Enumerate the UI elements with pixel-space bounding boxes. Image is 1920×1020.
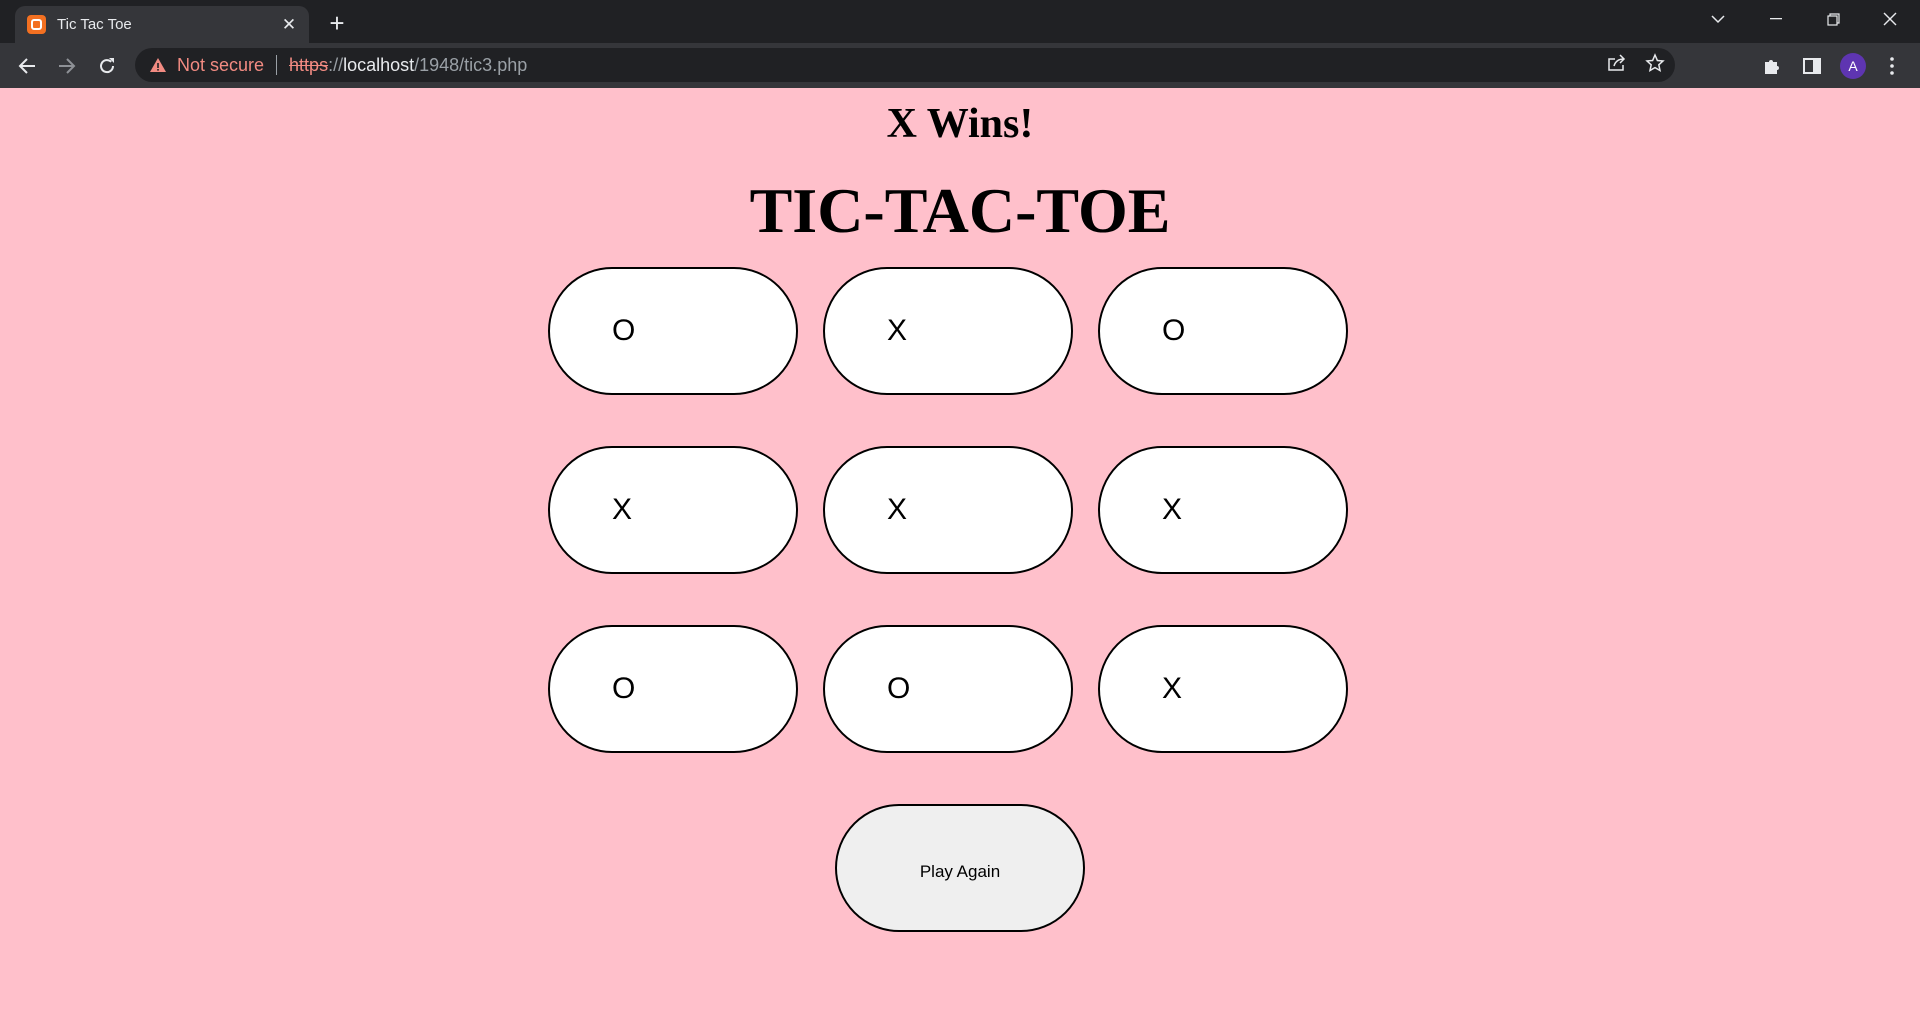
- omnibox-actions: [1607, 48, 1665, 82]
- side-panel-icon[interactable]: [1796, 50, 1828, 82]
- board-cell[interactable]: O: [823, 625, 1073, 753]
- browser-tab-strip: Tic Tac Toe ✕ +: [0, 0, 1920, 43]
- address-bar[interactable]: Not secure https://localhost/1948/tic3.p…: [135, 48, 1675, 82]
- new-tab-icon[interactable]: +: [322, 8, 352, 38]
- browser-tab[interactable]: Tic Tac Toe ✕: [15, 6, 309, 43]
- board-cell[interactable]: O: [548, 625, 798, 753]
- board-cell[interactable]: X: [1098, 446, 1348, 574]
- url-path: /1948/tic3.php: [414, 54, 528, 75]
- page-title: TIC-TAC-TOE: [749, 175, 1171, 246]
- play-again-button[interactable]: Play Again: [835, 804, 1085, 932]
- result-message: X Wins!: [886, 101, 1034, 147]
- url-separator: ://: [328, 54, 344, 75]
- game-page: X Wins! TIC-TAC-TOE O X O X X X O O X Pl…: [0, 88, 1920, 1020]
- share-icon[interactable]: [1607, 53, 1627, 77]
- close-window-icon[interactable]: [1862, 0, 1918, 38]
- url-host: localhost: [343, 54, 415, 75]
- tab-search-icon[interactable]: [1690, 0, 1746, 38]
- tab-title: Tic Tac Toe: [57, 16, 132, 33]
- board-cell[interactable]: X: [823, 267, 1073, 395]
- bookmark-star-icon[interactable]: [1645, 52, 1665, 78]
- back-arrow-icon[interactable]: [11, 50, 43, 82]
- board-cell[interactable]: X: [548, 446, 798, 574]
- profile-avatar[interactable]: A: [1837, 50, 1869, 82]
- warning-icon: [149, 56, 167, 74]
- board-cell[interactable]: O: [548, 267, 798, 395]
- omnibox-divider: [276, 55, 278, 75]
- profile-initial: A: [1840, 53, 1866, 79]
- restore-icon[interactable]: [1805, 0, 1861, 38]
- board-cell[interactable]: X: [1098, 625, 1348, 753]
- board-cell[interactable]: O: [1098, 267, 1348, 395]
- forward-arrow-icon[interactable]: [51, 50, 83, 82]
- xampp-favicon-icon: [27, 15, 46, 34]
- board-cell[interactable]: X: [823, 446, 1073, 574]
- reload-icon[interactable]: [91, 50, 123, 82]
- browser-toolbar: Not secure https://localhost/1948/tic3.p…: [0, 43, 1920, 88]
- more-menu-icon[interactable]: [1876, 50, 1908, 82]
- security-label[interactable]: Not secure: [177, 55, 264, 76]
- url-scheme: https: [289, 54, 329, 75]
- minimize-icon[interactable]: [1748, 0, 1804, 38]
- tab-close-icon[interactable]: ✕: [279, 15, 299, 35]
- extensions-puzzle-icon[interactable]: [1756, 50, 1788, 82]
